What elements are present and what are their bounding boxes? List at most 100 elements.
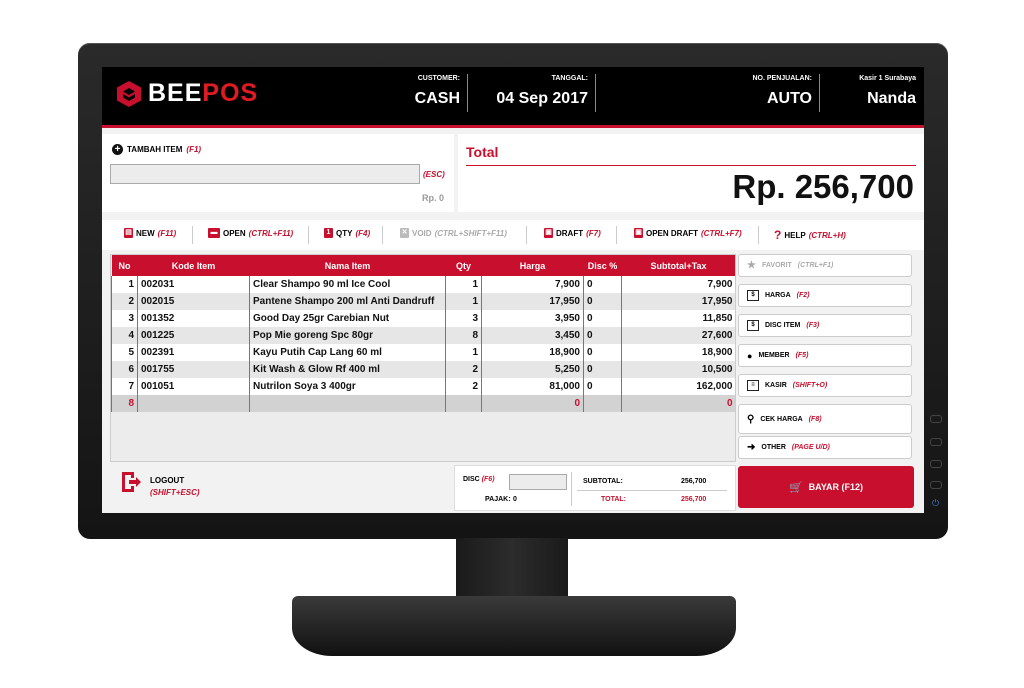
void-button[interactable]: ✕ VOID (CTRL+SHIFT+F11) [400,228,507,238]
question-icon: ? [774,228,782,242]
brand-name: BEEPOS [148,79,259,107]
monitor-button [930,481,942,489]
summary-line [577,490,727,491]
cell-no: 7 [111,378,138,395]
total-amount: Rp. 256,700 [732,168,914,205]
open-draft-label: OPEN DRAFT [646,228,698,238]
open-draft-button[interactable]: ▣ OPEN DRAFT (CTRL+F7) [634,228,742,238]
cell-no: 8 [111,395,138,412]
cell-name [249,395,446,412]
date-field[interactable]: TANGGAL: 04 Sep 2017 [496,75,588,108]
items-table-container: No Kode Item Nama Item Qty Harga Disc % … [110,254,736,462]
toolbar-divider [192,226,193,244]
member-button[interactable]: ● MEMBER (F5) [738,344,912,367]
cell-no: 1 [111,276,138,293]
table-row[interactable]: 6 001755 Kit Wash & Glow Rf 400 ml 2 5,2… [111,361,735,378]
table-row[interactable]: 2 002015 Pantene Shampo 200 ml Anti Dand… [111,293,735,310]
other-shortcut: (PAGE U/D) [791,444,830,451]
add-item-panel: + TAMBAH ITEM (F1) (ESC) Rp. 0 [102,134,454,212]
cell-no: 6 [111,361,138,378]
cell-no: 3 [111,310,138,327]
cell-no: 5 [111,344,138,361]
column-header[interactable]: Nama Item [249,255,446,276]
cek-harga-shortcut: (F8) [808,415,822,423]
cell-disc: 0 [583,344,622,361]
esc-shortcut[interactable]: (ESC) [423,170,445,179]
cell-qty [445,395,482,412]
cell-code: 001755 [137,361,250,378]
table-new-row[interactable]: 8 0 0 [111,395,735,412]
monitor-button [930,415,942,423]
cashier-name: Nanda [867,90,916,107]
total-label: Total [466,144,499,160]
cell-price: 7,900 [481,276,584,293]
help-button[interactable]: ? HELP (CTRL+H) [774,228,846,242]
favorit-label: FAVORIT [761,262,792,269]
harga-label: HARGA [765,292,791,299]
table-row[interactable]: 4 001225 Pop Mie goreng Spc 80gr 8 3,450… [111,327,735,344]
cell-code: 002015 [137,293,250,310]
customer-field[interactable]: CUSTOMER: CASH [415,75,460,108]
disc-input[interactable] [509,474,567,490]
new-button[interactable]: ▤ NEW (F11) [124,228,176,238]
pajak-value: 0 [513,496,517,503]
table-header-row: No Kode Item Nama Item Qty Harga Disc % … [111,255,735,276]
harga-button[interactable]: $ HARGA (F2) [738,284,912,307]
table-row[interactable]: 5 002391 Kayu Putih Cap Lang 60 ml 1 18,… [111,344,735,361]
open-shortcut: (CTRL+F11) [248,228,294,238]
date-value: 04 Sep 2017 [496,90,588,107]
favorit-button[interactable]: ★ FAVORIT (CTRL+F1) [738,254,912,277]
header-divider [819,74,820,112]
column-header[interactable]: Disc % [583,255,622,276]
qty-icon: 1 [324,228,333,238]
cell-qty: 1 [445,293,482,310]
toolbar-divider [758,226,759,244]
add-item-input[interactable] [110,164,420,184]
open-label: OPEN [223,228,246,238]
table-row[interactable]: 3 001352 Good Day 25gr Carebian Nut 3 3,… [111,310,735,327]
cell-disc: 0 [583,327,622,344]
cell-disc: 0 [583,378,622,395]
cek-harga-button[interactable]: ⚲ CEK HARGA (F8) [738,404,912,434]
cell-name: Pop Mie goreng Spc 80gr [249,327,446,344]
cell-disc [583,395,622,412]
items-table: No Kode Item Nama Item Qty Harga Disc % … [111,255,735,412]
sales-number-value: AUTO [766,90,812,107]
logout-button[interactable]: LOGOUT (SHIFT+ESC) [120,470,200,499]
cell-subtotal: 18,900 [621,344,735,361]
cell-subtotal: 10,500 [621,361,735,378]
cell-qty: 1 [445,344,482,361]
cell-code: 001352 [137,310,250,327]
column-header[interactable]: Qty [445,255,482,276]
disc-item-button[interactable]: $ DISC ITEM (F3) [738,314,912,337]
other-button[interactable]: ➜ OTHER (PAGE U/D) [738,436,912,459]
cell-name: Good Day 25gr Carebian Nut [249,310,446,327]
kasir-button[interactable]: ≡ KASIR (SHIFT+O) [738,374,912,397]
qty-label: QTY [336,228,353,238]
draft-shortcut: (F7) [586,228,601,238]
cell-subtotal: 27,600 [621,327,735,344]
disc-item-shortcut: (F3) [806,322,820,329]
column-header[interactable]: Kode Item [137,255,250,276]
bayar-button[interactable]: 🛒 BAYAR (F12) [738,466,914,508]
cart-icon: 🛒 [788,481,803,494]
cell-qty: 2 [445,378,482,395]
column-header[interactable]: No [111,255,138,276]
logout-icon [122,472,141,492]
total-panel: Total Rp. 256,700 [458,134,924,212]
column-header[interactable]: Harga [481,255,584,276]
cell-price: 17,950 [481,293,584,310]
user-icon: ● [747,350,753,361]
sales-number-label: NO. PENJUALAN: [752,75,812,82]
column-header[interactable]: Subtotal+Tax [621,255,735,276]
app-header: BEEPOS CUSTOMER: CASH TANGGAL: 04 Sep 20… [102,67,924,128]
cell-disc: 0 [583,276,622,293]
cell-subtotal: 17,950 [621,293,735,310]
cell-name: Kayu Putih Cap Lang 60 ml [249,344,446,361]
draft-button[interactable]: ▣ DRAFT (F7) [544,228,601,238]
open-button[interactable]: ▬ OPEN (CTRL+F11) [208,228,293,238]
table-row[interactable]: 1 002031 Clear Shampo 90 ml Ice Cool 1 7… [111,276,735,293]
qty-button[interactable]: 1 QTY (F4) [324,228,370,238]
cell-code[interactable] [137,395,250,412]
table-row[interactable]: 7 001051 Nutrilon Soya 3 400gr 2 81,000 … [111,378,735,395]
